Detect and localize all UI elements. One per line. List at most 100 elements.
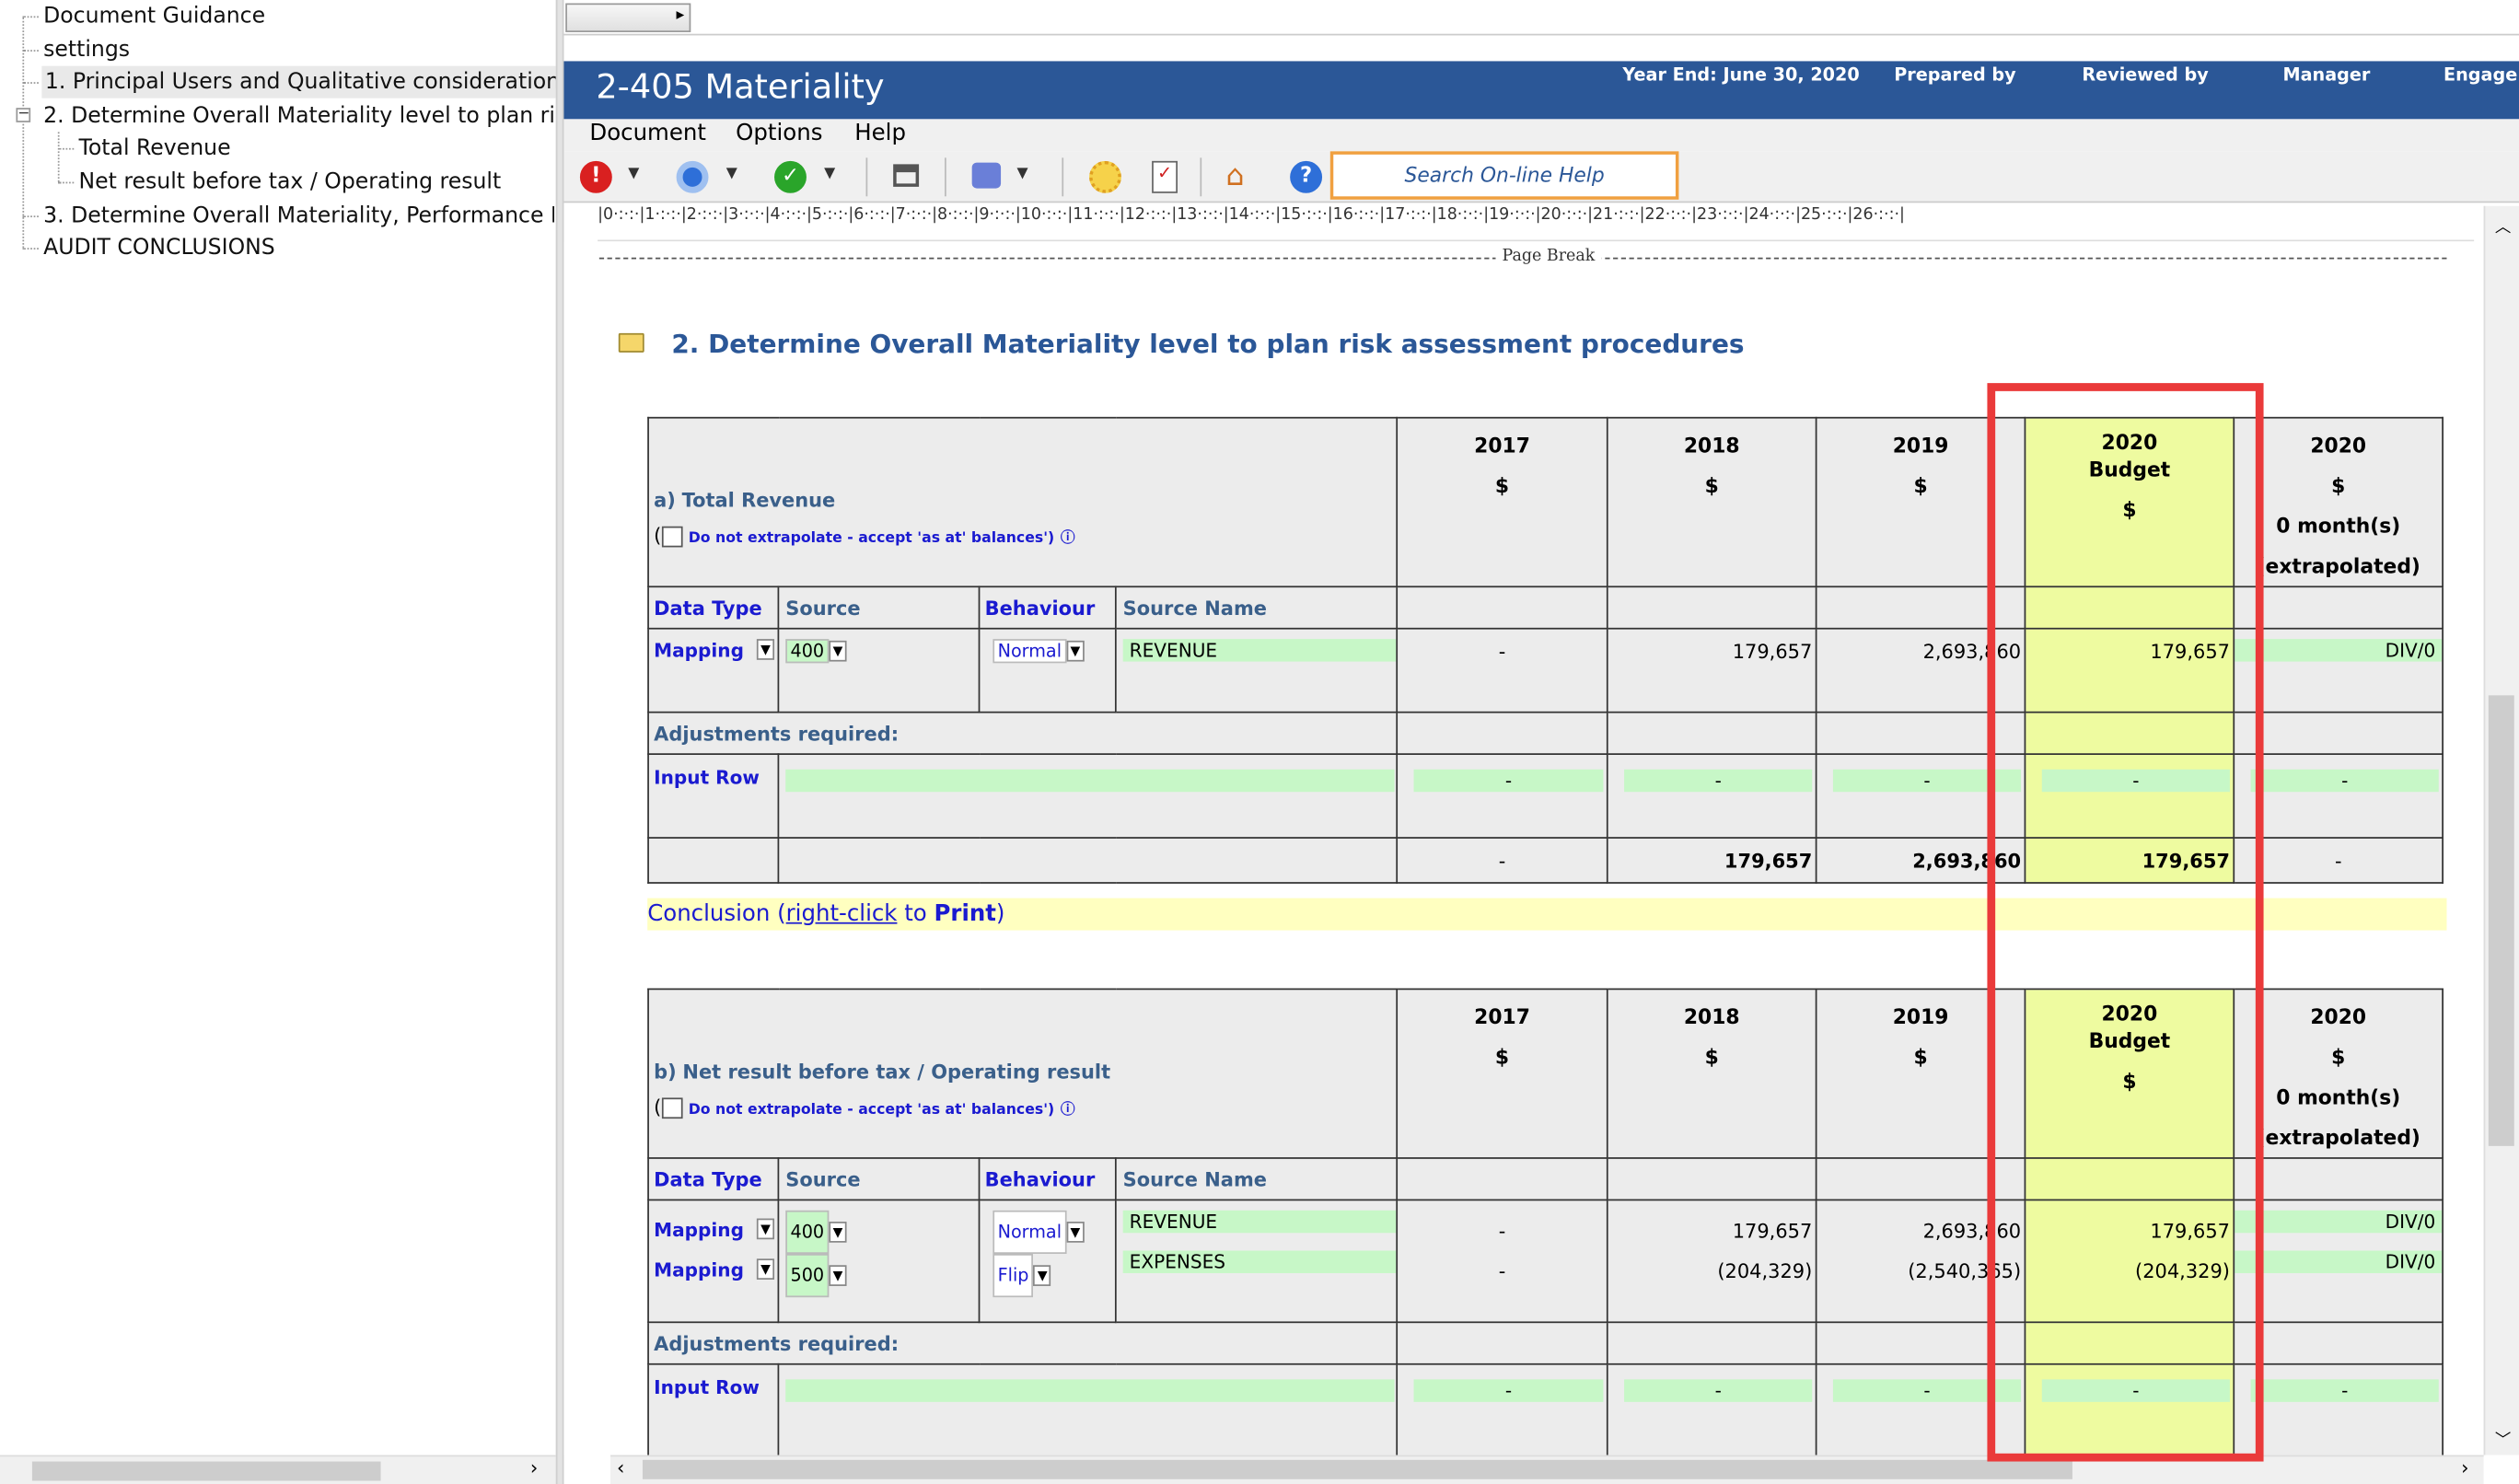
col-2020-unit: $: [2331, 473, 2346, 498]
chevron-down-icon[interactable]: ▼: [824, 166, 835, 181]
tree-item-net-result[interactable]: Net result before tax / Operating result: [79, 166, 502, 198]
manager-label[interactable]: Manager: [2283, 64, 2371, 86]
col-2018-unit: $: [1704, 473, 1719, 498]
input-2017[interactable]: -: [1413, 1379, 1604, 1402]
data-type-header: Data Type: [647, 1157, 780, 1201]
chevron-right-icon[interactable]: ›: [2461, 1456, 2468, 1478]
chevron-down-icon[interactable]: ▼: [1066, 1222, 1085, 1243]
extrapolated-label: (extrapolated): [2256, 553, 2420, 578]
collapse-icon[interactable]: −: [16, 107, 31, 122]
vertical-scroll-thumb[interactable]: [2488, 695, 2514, 1146]
scroll-thumb[interactable]: [31, 1461, 381, 1481]
menu-bar: Document Options Help: [563, 119, 2519, 152]
input-2018[interactable]: -: [1624, 769, 1813, 793]
input-2020[interactable]: -: [2250, 1379, 2439, 1402]
conclusion-label: Conclusion (: [647, 901, 786, 928]
document-check-icon[interactable]: ✓: [1152, 160, 1178, 193]
data-type-value: Mapping: [654, 1218, 744, 1242]
chevron-down-icon[interactable]: ▼: [1033, 1265, 1051, 1286]
col-2020-unit: $: [2331, 1044, 2346, 1069]
source-select[interactable]: 400: [785, 639, 830, 664]
alert-icon[interactable]: !: [579, 160, 612, 193]
no-extrapolate-checkbox[interactable]: [661, 1097, 683, 1119]
chevron-left-icon[interactable]: ‹: [617, 1456, 624, 1478]
sun-icon[interactable]: [1089, 160, 1121, 193]
adjustments-label: Adjustments required:: [647, 711, 1399, 755]
info-icon[interactable]: ⓘ: [1061, 1103, 1075, 1119]
tree-item-settings[interactable]: settings: [43, 34, 130, 66]
behaviour-select[interactable]: Normal: [993, 1210, 1067, 1255]
help-icon[interactable]: ?: [1290, 160, 1323, 193]
value-2018: 179,657: [1732, 1220, 1813, 1243]
document-header: 2-405 Materiality Year End: June 30, 202…: [563, 61, 2519, 120]
tab-scroll-button[interactable]: ▸: [565, 3, 691, 32]
input-2020[interactable]: -: [2250, 769, 2439, 793]
chevron-down-icon[interactable]: ▼: [726, 166, 737, 181]
horizontal-scroll-thumb[interactable]: [642, 1459, 2072, 1479]
total-2017: -: [1396, 837, 1608, 884]
pane-splitter[interactable]: [555, 0, 564, 1484]
reviewed-by-label[interactable]: Reviewed by: [2082, 64, 2208, 86]
tree-item-overall-materiality[interactable]: 3. Determine Overall Materiality, Perfor…: [43, 200, 554, 232]
prepared-by-label[interactable]: Prepared by: [1894, 64, 2015, 86]
search-online-help-input[interactable]: Search On-line Help: [1329, 151, 1679, 200]
info-icon[interactable]: ⓘ: [1061, 531, 1075, 547]
chevron-down-icon[interactable]: ▼: [1017, 166, 1028, 181]
source-select[interactable]: 400: [785, 1210, 830, 1255]
tree-item-document-guidance[interactable]: Document Guidance: [43, 0, 265, 32]
input-2017[interactable]: -: [1413, 769, 1604, 793]
input-description-field[interactable]: [785, 1379, 1395, 1402]
col-2018: 2018: [1683, 433, 1740, 458]
adjustments-label: Adjustments required:: [647, 1321, 1399, 1365]
chevron-down-icon[interactable]: ▼: [829, 1265, 847, 1286]
document-tree[interactable]: Document Guidance settings 1. Principal …: [0, 0, 575, 1484]
chevron-down-icon[interactable]: ▼: [756, 639, 775, 660]
behaviour-header: Behaviour: [978, 585, 1117, 630]
months-label: 0 month(s): [2276, 1084, 2401, 1109]
input-row-label: Input Row: [647, 1362, 780, 1455]
chevron-down-icon[interactable]: ▼: [829, 1222, 847, 1243]
chevron-down-icon[interactable]: ▼: [829, 640, 847, 662]
right-click-link[interactable]: right-click: [786, 901, 898, 927]
tree-item-principal-users[interactable]: 1. Principal Users and Qualitative consi…: [41, 65, 575, 99]
chevron-down-icon[interactable]: ▼: [756, 1218, 775, 1240]
table-icon[interactable]: [893, 164, 920, 187]
chevron-right-icon[interactable]: ›: [530, 1456, 538, 1478]
chevron-down-icon[interactable]: ▼: [1066, 640, 1085, 662]
chevron-down-icon[interactable]: ▼: [756, 1258, 775, 1280]
tree-item-determine-materiality[interactable]: 2. Determine Overall Materiality level t…: [43, 99, 554, 132]
behaviour-select[interactable]: Flip: [993, 1254, 1034, 1298]
no-extrapolate-label: Do not extrapolate - accept 'as at' bala…: [688, 530, 1055, 548]
behaviour-select[interactable]: Normal: [993, 639, 1067, 664]
no-extrapolate-checkbox[interactable]: [661, 526, 683, 548]
chevron-up-icon[interactable]: ︿: [2495, 213, 2511, 237]
check-icon[interactable]: ✓: [774, 160, 807, 193]
col-2017: 2017: [1474, 433, 1530, 458]
menu-document[interactable]: Document: [589, 121, 706, 146]
input-2018[interactable]: -: [1624, 1379, 1813, 1402]
tree-horizontal-scrollbar[interactable]: ›: [0, 1455, 556, 1484]
circle-icon[interactable]: [676, 160, 709, 193]
input-row-label: Input Row: [647, 753, 780, 839]
home-icon[interactable]: ⌂: [1225, 159, 1244, 193]
chevron-down-icon[interactable]: ﹀: [2495, 1426, 2511, 1450]
source-name-value[interactable]: REVENUE: [1122, 639, 1397, 662]
menu-options[interactable]: Options: [736, 121, 822, 146]
tree-item-audit-conclusions[interactable]: AUDIT CONCLUSIONS: [43, 232, 275, 264]
source-select[interactable]: 500: [785, 1254, 830, 1298]
menu-help[interactable]: Help: [854, 121, 906, 146]
stack-icon[interactable]: [971, 162, 1002, 189]
table-prefix: b): [654, 1061, 677, 1084]
table-prefix: a): [654, 489, 676, 512]
source-name-header: Source Name: [1114, 1157, 1399, 1201]
value-2017: -: [1498, 1220, 1506, 1243]
engage-label[interactable]: Engage. L: [2444, 64, 2519, 86]
source-name-value[interactable]: EXPENSES: [1122, 1250, 1397, 1273]
tree-item-total-revenue[interactable]: Total Revenue: [79, 132, 231, 164]
page-break-label: Page Break: [1495, 248, 1602, 266]
source-name-value[interactable]: REVENUE: [1122, 1210, 1397, 1234]
data-type-value: Mapping: [654, 1258, 744, 1281]
input-description-field[interactable]: [785, 769, 1395, 793]
source-header: Source: [777, 1157, 981, 1201]
chevron-down-icon[interactable]: ▼: [628, 166, 639, 181]
